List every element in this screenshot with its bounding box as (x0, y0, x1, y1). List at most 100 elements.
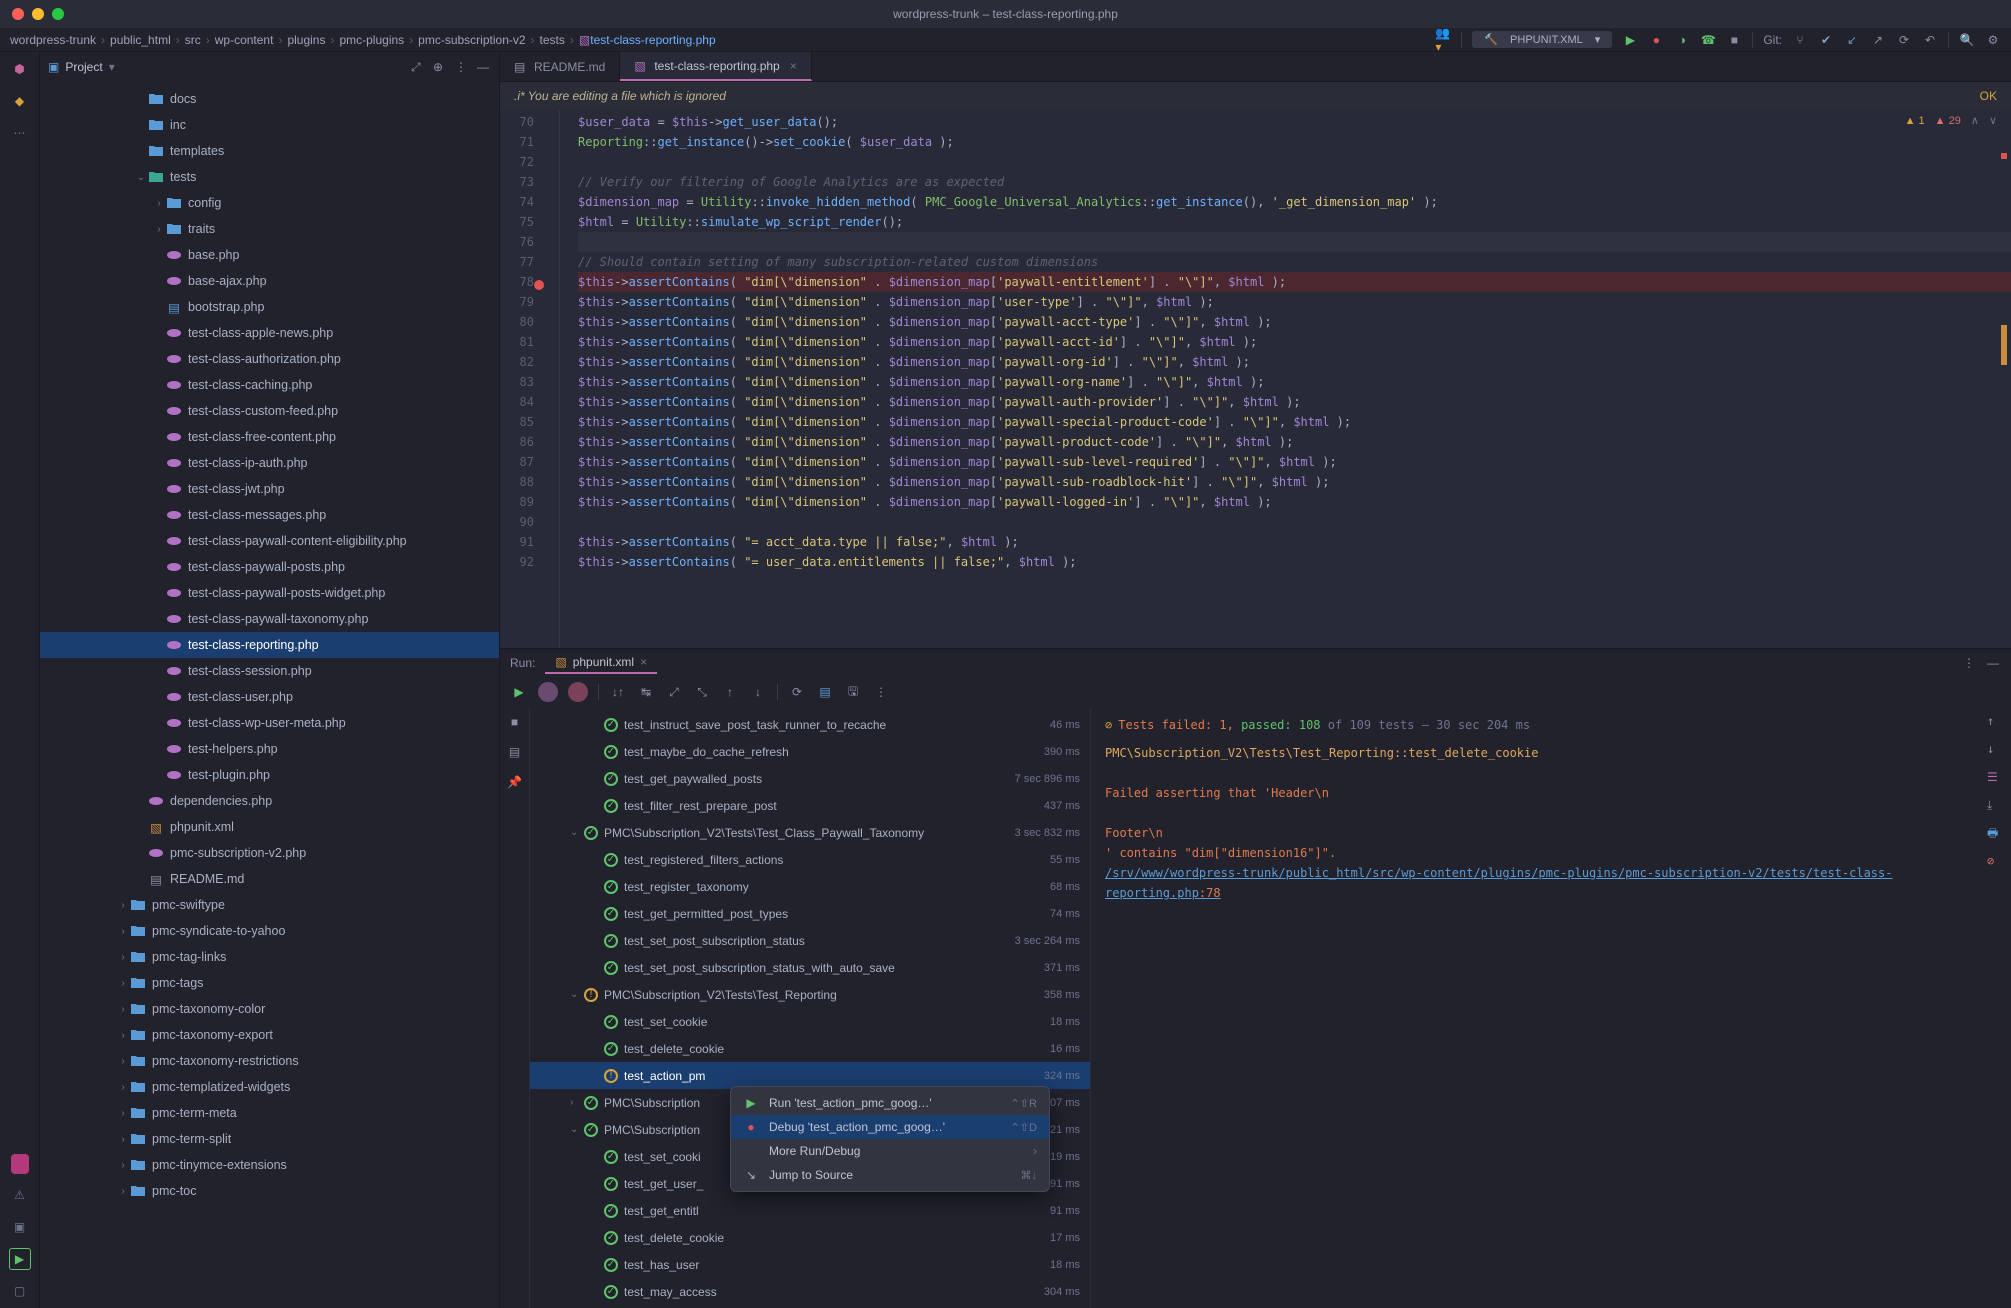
test-row[interactable]: ✓test_delete_cookie17 ms (530, 1224, 1090, 1251)
test-tree[interactable]: ✓test_instruct_save_post_task_runner_to_… (530, 707, 1090, 1308)
test-row[interactable]: ✓test_maybe_do_cache_refresh390 ms (530, 738, 1090, 765)
tree-row[interactable]: ▤bootstrap.php (40, 294, 499, 320)
stop-tests-icon[interactable]: ■ (506, 713, 524, 731)
chevron-down-icon[interactable]: ▾ (109, 60, 115, 74)
close-tab-icon[interactable]: × (790, 59, 797, 73)
tree-row[interactable]: base-ajax.php (40, 268, 499, 294)
scroll-to-end-icon[interactable]: ⤓ (1987, 795, 2005, 813)
tree-row[interactable]: pmc-subscription-v2.php (40, 840, 499, 866)
breadcrumb-segment[interactable]: wordpress-trunk (10, 33, 96, 47)
chevron-icon[interactable]: › (116, 1160, 130, 1171)
test-row[interactable]: ✓test_get_permitted_post_types74 ms (530, 900, 1090, 927)
code-line[interactable]: // Verify our filtering of Google Analyt… (578, 172, 2011, 192)
test-row[interactable]: ✓test_filter_rest_prepare_post437 ms (530, 792, 1090, 819)
chevron-icon[interactable]: › (152, 198, 166, 209)
run-output[interactable]: ⊘Tests failed: 1, passed: 108 of 109 tes… (1090, 707, 2011, 1308)
show-passed-icon[interactable]: ↓↑ (609, 683, 627, 701)
tree-row[interactable]: dependencies.php (40, 788, 499, 814)
layout-icon[interactable]: ▤ (506, 743, 524, 761)
tree-row[interactable]: templates (40, 138, 499, 164)
breadcrumb[interactable]: wordpress-trunk›public_html›src›wp-conte… (10, 33, 716, 47)
code-line[interactable]: $this->assertContains( "dim[\"dimension"… (578, 352, 2011, 372)
code-line[interactable]: $this->assertContains( "dim[\"dimension"… (578, 372, 2011, 392)
tree-row[interactable]: inc (40, 112, 499, 138)
tree-row[interactable]: ›pmc-term-meta (40, 1100, 499, 1126)
run-settings-icon[interactable]: ⋮ (1963, 656, 1977, 670)
tree-row[interactable]: ›pmc-taxonomy-export (40, 1022, 499, 1048)
test-row[interactable]: ⌄!PMC\Subscription_V2\Tests\Test_Reporti… (530, 981, 1090, 1008)
settings-icon[interactable]: ⋮ (455, 60, 469, 74)
test-row[interactable]: ✓test_instruct_save_post_task_runner_to_… (530, 711, 1090, 738)
tree-row[interactable]: test-plugin.php (40, 762, 499, 788)
tree-row[interactable]: test-class-authorization.php (40, 346, 499, 372)
project-tree[interactable]: docsinctemplates⌄tests›config›traitsbase… (40, 82, 499, 1308)
chevron-icon[interactable]: › (116, 926, 130, 937)
tree-row[interactable]: base.php (40, 242, 499, 268)
code-line[interactable]: $this->assertContains( "dim[\"dimension"… (578, 452, 2011, 472)
hide-run-icon[interactable]: — (1987, 656, 2001, 670)
code-line[interactable]: $this->assertContains( "dim[\"dimension"… (578, 432, 2011, 452)
chevron-icon[interactable]: › (116, 1056, 130, 1067)
git-branch-icon[interactable]: ⑂ (1792, 32, 1808, 48)
chevron-icon[interactable]: ⌄ (570, 1124, 584, 1135)
tree-row[interactable]: test-class-paywall-posts.php (40, 554, 499, 580)
breadcrumb-segment[interactable]: public_html (110, 33, 171, 47)
code-line[interactable]: // Should contain setting of many subscr… (578, 252, 2011, 272)
chevron-icon[interactable]: ⌄ (570, 989, 584, 1000)
chevron-icon[interactable]: ⌄ (134, 172, 148, 183)
print-icon[interactable]: 🖶 (1987, 823, 2005, 841)
tree-row[interactable]: ›pmc-swiftype (40, 892, 499, 918)
export-tests-icon[interactable]: 🖫 (844, 683, 862, 701)
tree-row[interactable]: test-class-apple-news.php (40, 320, 499, 346)
tree-row[interactable]: ▧phpunit.xml (40, 814, 499, 840)
stop-button[interactable]: ■ (1726, 32, 1742, 48)
project-label[interactable]: Project (65, 60, 102, 74)
toggle-auto-test-icon[interactable] (538, 682, 558, 702)
tree-row[interactable]: docs (40, 86, 499, 112)
tree-row[interactable]: test-class-paywall-taxonomy.php (40, 606, 499, 632)
next-failed-icon[interactable]: ↓ (749, 683, 767, 701)
tree-row[interactable]: ›traits (40, 216, 499, 242)
tree-row[interactable]: test-class-messages.php (40, 502, 499, 528)
breadcrumb-segment[interactable]: pmc-subscription-v2 (418, 33, 525, 47)
breadcrumb-segment[interactable]: tests (540, 33, 565, 47)
code-line[interactable]: $this->assertContains( "dim[\"dimension"… (578, 472, 2011, 492)
error-stripe[interactable] (2001, 110, 2007, 648)
test-row[interactable]: ✓test_get_paywalled_posts7 sec 896 ms (530, 765, 1090, 792)
chevron-icon[interactable]: ⌄ (570, 827, 584, 838)
select-opened-icon[interactable]: ⊕ (433, 60, 447, 74)
down-icon[interactable]: ↓ (1987, 739, 2005, 757)
test-row[interactable]: ✓test_set_post_subscription_status3 sec … (530, 927, 1090, 954)
code-line[interactable] (578, 512, 2011, 532)
code-line[interactable]: $this->assertContains( "dim[\"dimension"… (578, 392, 2011, 412)
git-rollback-icon[interactable]: ↶ (1922, 32, 1938, 48)
context-menu-item[interactable]: More Run/Debug› (731, 1139, 1049, 1163)
chevron-icon[interactable]: › (116, 1004, 130, 1015)
context-menu-item[interactable]: ↘Jump to Source⌘↓ (731, 1163, 1049, 1187)
git-update-icon[interactable]: ↙ (1844, 32, 1860, 48)
chevron-icon[interactable]: › (116, 1186, 130, 1197)
rerun-button[interactable]: ▶ (510, 683, 528, 701)
breadcrumb-segment[interactable]: test-class-reporting.php (590, 33, 715, 47)
sort-icon[interactable]: ↹ (637, 683, 655, 701)
tree-row[interactable]: ›pmc-taxonomy-restrictions (40, 1048, 499, 1074)
collapse-all-icon[interactable]: ⤡ (693, 683, 711, 701)
code-line[interactable]: $this->assertContains( "dim[\"dimension"… (578, 292, 2011, 312)
minimize-window-button[interactable] (32, 8, 44, 20)
code-line[interactable]: $this->assertContains( "dim[\"dimension"… (578, 492, 2011, 512)
code-line[interactable] (578, 232, 2011, 252)
test-row[interactable]: ⌄✓PMC\Subscription_V2\Tests\Test_Class_P… (530, 819, 1090, 846)
code-line[interactable]: $this->assertContains( "dim[\"dimension"… (578, 272, 2011, 292)
close-icon[interactable]: × (640, 655, 647, 669)
settings-icon[interactable]: ⚙ (1985, 32, 2001, 48)
expand-icon[interactable]: ⤢ (411, 60, 425, 74)
chevron-icon[interactable]: › (116, 1134, 130, 1145)
breadcrumb-segment[interactable]: src (185, 33, 201, 47)
git-history-icon[interactable]: ⟳ (1896, 32, 1912, 48)
more-tool-icon[interactable]: ⋯ (9, 122, 31, 144)
profile-button[interactable]: ☎ (1700, 32, 1716, 48)
clear-all-icon[interactable]: ⊘ (1987, 851, 2005, 869)
tree-row[interactable]: test-class-paywall-posts-widget.php (40, 580, 499, 606)
code-line[interactable]: $this->assertContains( "= acct_data.type… (578, 532, 2011, 552)
code-line[interactable]: $this->assertContains( "dim[\"dimension"… (578, 332, 2011, 352)
